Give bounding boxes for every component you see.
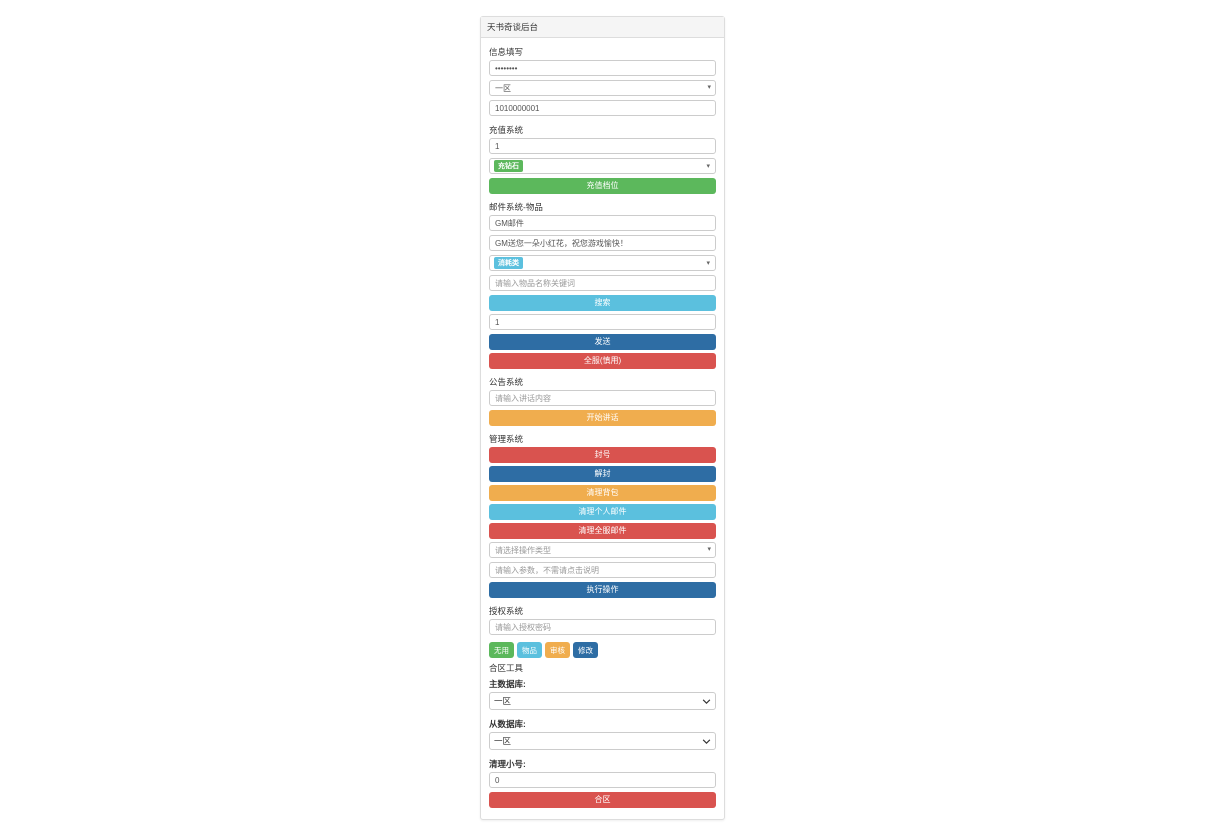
- panel-body: 信息填写 一区 充值系统 充钻石 充值档位 邮件系统-物品 消耗类 搜索 发送 …: [481, 38, 724, 819]
- manage-section-label: 管理系统: [489, 433, 716, 445]
- auth-section-label: 授权系统: [489, 605, 716, 617]
- item-category-pill: 消耗类: [494, 257, 523, 269]
- merge-section-label: 合区工具: [489, 662, 716, 674]
- bulletin-input[interactable]: [489, 390, 716, 406]
- main-db-label: 主数据库:: [489, 678, 716, 690]
- clear-all-mail-button[interactable]: 清理全服邮件: [489, 523, 716, 539]
- mail-title-input[interactable]: [489, 215, 716, 231]
- auth-item-button[interactable]: 物品: [517, 642, 542, 658]
- clear-bag-button[interactable]: 清理背包: [489, 485, 716, 501]
- execute-op-button[interactable]: 执行操作: [489, 582, 716, 598]
- mail-content-input[interactable]: [489, 235, 716, 251]
- item-search-button[interactable]: 搜索: [489, 295, 716, 311]
- recharge-type-select[interactable]: 充钻石: [489, 158, 716, 174]
- ban-button[interactable]: 封号: [489, 447, 716, 463]
- main-db-select-wrap: 一区: [489, 692, 716, 714]
- zone-select[interactable]: 一区: [489, 80, 716, 96]
- zone-select-value: 一区: [489, 80, 716, 96]
- op-type-select-value: [489, 542, 716, 558]
- slave-db-select[interactable]: 一区: [489, 732, 716, 750]
- slave-db-select-wrap: 一区: [489, 732, 716, 754]
- mail-send-button[interactable]: 发送: [489, 334, 716, 350]
- main-db-select[interactable]: 一区: [489, 692, 716, 710]
- mail-withdraw-button[interactable]: 全服(慎用): [489, 353, 716, 369]
- auth-check-button[interactable]: 审核: [545, 642, 570, 658]
- admin-panel: 天书奇谈后台 信息填写 一区 充值系统 充钻石 充值档位 邮件系统-物品 消耗类…: [480, 16, 725, 820]
- recharge-section-label: 充值系统: [489, 124, 716, 136]
- op-type-select[interactable]: [489, 542, 716, 562]
- auth-password-input[interactable]: [489, 619, 716, 635]
- recharge-type-pill: 充钻石: [494, 160, 523, 172]
- auth-button-row: 无用 物品 审核 修改: [489, 642, 716, 658]
- clear-personal-mail-button[interactable]: 清理个人邮件: [489, 504, 716, 520]
- item-quantity-input[interactable]: [489, 314, 716, 330]
- unban-button[interactable]: 解封: [489, 466, 716, 482]
- panel-title: 天书奇谈后台: [481, 17, 724, 38]
- bulletin-section-label: 公告系统: [489, 376, 716, 388]
- recharge-amount-input[interactable]: [489, 138, 716, 154]
- info-section-label: 信息填写: [489, 46, 716, 58]
- uid-input[interactable]: [489, 100, 716, 116]
- op-param-input[interactable]: [489, 562, 716, 578]
- slave-db-label: 从数据库:: [489, 718, 716, 730]
- admin-password-input[interactable]: [489, 60, 716, 76]
- merge-button[interactable]: 合区: [489, 792, 716, 808]
- clear-alt-input[interactable]: [489, 772, 716, 788]
- auth-modify-button[interactable]: 修改: [573, 642, 598, 658]
- item-category-select[interactable]: 消耗类: [489, 255, 716, 271]
- auth-none-button[interactable]: 无用: [489, 642, 514, 658]
- item-search-input[interactable]: [489, 275, 716, 291]
- mail-section-label: 邮件系统-物品: [489, 201, 716, 213]
- recharge-button[interactable]: 充值档位: [489, 178, 716, 194]
- clear-alt-label: 清理小号:: [489, 758, 716, 770]
- bulletin-button[interactable]: 开始讲话: [489, 410, 716, 426]
